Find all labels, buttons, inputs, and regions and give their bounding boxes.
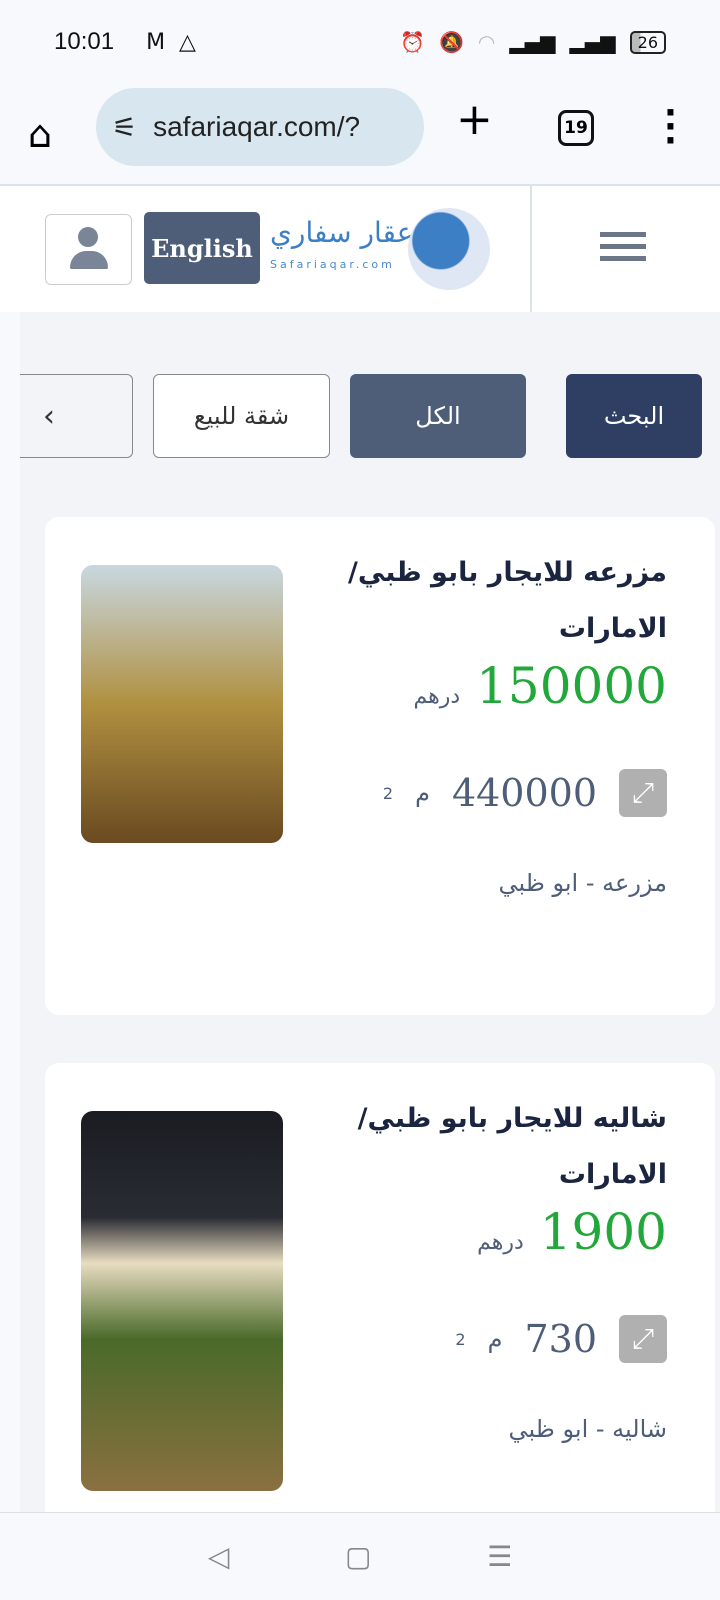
listing-location: مزرعه - ابو ظبي [498,869,667,897]
listing-price: 1900 درهم [477,1203,667,1261]
site-settings-icon[interactable]: ⚟ [112,111,137,144]
listing-card[interactable]: شاليه للايجار بابو ظبي/ الامارات 1900 دره… [45,1063,715,1543]
logo-text[interactable]: عقار سفاري [270,216,413,249]
alarm-icon: ⏰ [400,30,425,54]
clock: 10:01 [54,28,115,55]
hamburger-menu-icon[interactable] [600,232,646,268]
logo-subtext: Safariaqar.com [270,258,395,271]
main-content: البحث الكل شقة للبيع ‹ مزرعه للايجار باب… [20,312,720,1543]
url-text: safariaqar.com/? [153,111,361,142]
search-button[interactable]: البحث [566,374,702,458]
status-bar: 10:01 M △ ⏰ 🔕 ◠ ▂▄▆ ▂▄▆ 26 [0,0,720,84]
system-nav-bar: ◁ ▢ ☰ [0,1512,720,1600]
battery-icon: 26 [629,30,666,54]
expand-icon: ⤢ [619,1315,667,1363]
gmail-icon: M [146,29,166,55]
address-bar[interactable]: ⚟ safariaqar.com/? [96,88,424,166]
listing-card[interactable]: مزرعه للايجار بابو ظبي/ الامارات 150000 د… [45,517,715,1015]
browser-toolbar: ⌂ ⚟ safariaqar.com/? + 19 · · · [0,84,720,184]
listing-price: 150000 درهم [413,657,667,715]
listing-photo[interactable] [81,565,283,843]
listing-title[interactable]: مزرعه للايجار بابو ظبي/ الامارات [327,545,667,657]
more-menu-icon[interactable]: · · · [664,96,677,158]
listing-location: شاليه - ابو ظبي [508,1415,667,1443]
wifi-icon: ◠ [477,30,496,54]
filter-apartment-sale[interactable]: شقة للبيع [153,374,330,458]
home-icon[interactable]: ⌂ [28,112,52,156]
mute-icon: 🔕 [438,30,464,54]
signal-icon-2: ▂▄▆ [569,30,616,54]
filter-all[interactable]: الكل [350,374,526,458]
language-button[interactable]: English [144,212,260,284]
listing-title[interactable]: شاليه للايجار بابو ظبي/ الامارات [327,1091,667,1203]
listing-area: ⤢ 730 م 2 [455,1315,667,1363]
home-nav-icon[interactable]: ▢ [345,1540,371,1573]
tab-switcher-button[interactable]: 19 [558,110,594,146]
expand-icon: ⤢ [619,769,667,817]
chevron-left-icon[interactable]: ‹ [34,374,64,458]
back-icon[interactable]: ◁ [208,1540,230,1573]
site-header: English عقار سفاري Safariaqar.com [0,184,720,314]
signal-icon: ▂▄▆ [509,30,556,54]
user-account-button[interactable] [45,214,132,285]
user-icon [78,227,98,247]
globe-logo-icon[interactable] [408,208,490,290]
recents-icon[interactable]: ☰ [487,1540,512,1573]
listing-photo[interactable] [81,1111,283,1491]
new-tab-icon[interactable]: + [456,94,493,145]
listing-area: ⤢ 440000 م 2 [383,769,667,817]
notification-icon: △ [179,29,196,55]
divider [530,186,532,314]
